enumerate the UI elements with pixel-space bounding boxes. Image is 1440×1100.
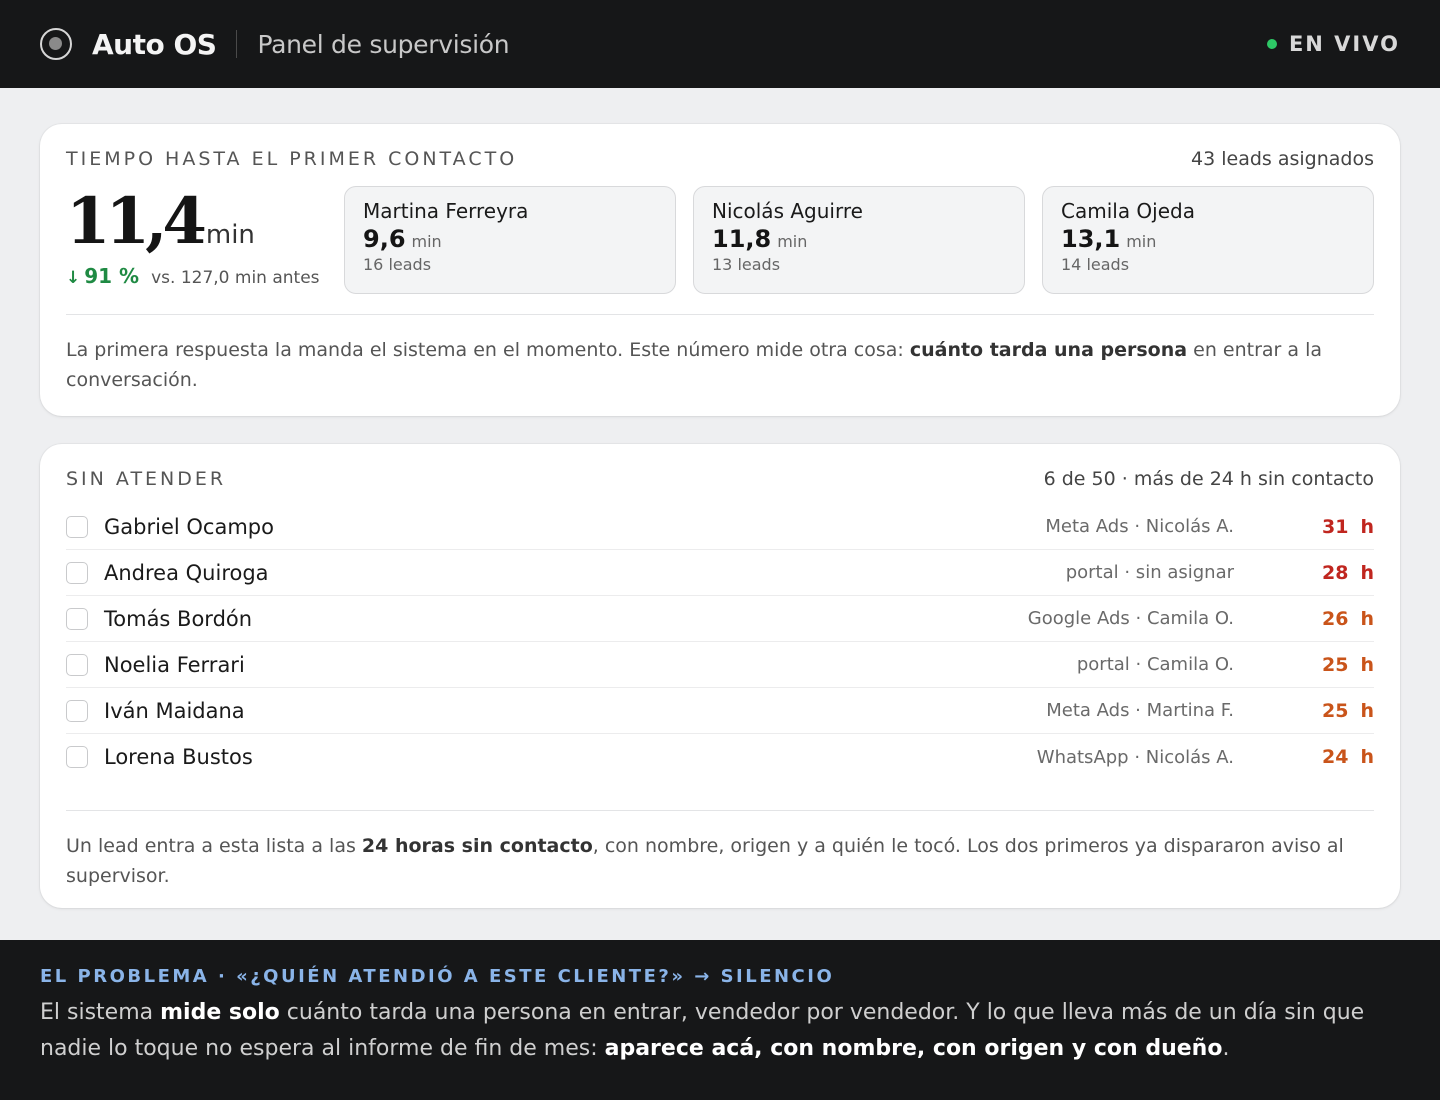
- seller-card-martina[interactable]: Martina Ferreyra 9,6 min 16 leads: [344, 186, 676, 294]
- arrow-down-icon: ↓: [66, 268, 81, 288]
- top-bar: Auto OS Panel de supervisión EN VIVO: [0, 0, 1440, 88]
- list-item[interactable]: Andrea Quiroga portal · sin asignar 28 h: [66, 550, 1374, 596]
- problem-text: El sistema mide solo cuánto tarda una pe…: [40, 995, 1400, 1067]
- lead-source-owner: portal · sin asignar: [1065, 562, 1234, 583]
- kpi-value: 11,4: [66, 184, 207, 259]
- lead-name: Gabriel Ocampo: [104, 514, 274, 539]
- hours-without-contact: 24 h: [1234, 746, 1374, 768]
- first-contact-note: La primera respuesta la manda el sistema…: [66, 315, 1374, 395]
- hours-value: 25: [1322, 699, 1349, 722]
- hours-unit: h: [1360, 699, 1374, 722]
- seller-time-unit: min: [1126, 232, 1157, 251]
- hours-unit: h: [1360, 746, 1374, 768]
- note-bold: cuánto tarda una persona: [909, 339, 1188, 361]
- problem-title: EL PROBLEMA · «¿QUIÉN ATENDIÓ A ESTE CLI…: [40, 966, 835, 987]
- overall-kpi: 11,4 min ↓ 91 % vs. 127,0 min antes: [66, 184, 344, 289]
- live-status: EN VIVO: [1266, 32, 1400, 56]
- seller-time-unit: min: [777, 232, 808, 251]
- unattended-list: Gabriel Ocampo Meta Ads · Nicolás A. 31 h…: [66, 504, 1374, 780]
- seller-leads: 14 leads: [1061, 255, 1130, 274]
- seller-time-unit: min: [411, 232, 442, 251]
- hours-without-contact: 26 h: [1234, 608, 1374, 630]
- list-item[interactable]: Tomás Bordón Google Ads · Camila O. 26 h: [66, 596, 1374, 642]
- delta-text: vs. 127,0 min antes: [151, 268, 320, 288]
- note-text: Un lead entra a esta lista a las: [66, 835, 362, 857]
- problem-text-part: El sistema: [40, 1000, 161, 1025]
- hours-unit: h: [1360, 515, 1374, 538]
- list-item[interactable]: Gabriel Ocampo Meta Ads · Nicolás A. 31 h: [66, 504, 1374, 550]
- lead-source-owner: portal · Camila O.: [1076, 654, 1234, 675]
- unattended-title: SIN ATENDER: [66, 468, 227, 490]
- hours-unit: h: [1360, 607, 1374, 630]
- hours-value: 26: [1322, 607, 1349, 630]
- hours-without-contact: 25 h: [1234, 654, 1374, 676]
- hours-unit: h: [1360, 561, 1374, 584]
- page-title: Panel de supervisión: [257, 29, 510, 59]
- seller-name: Martina Ferreyra: [363, 199, 529, 223]
- hours-without-contact: 25 h: [1234, 700, 1374, 722]
- row-checkbox[interactable]: [66, 561, 88, 584]
- lead-source-owner: WhatsApp · Nicolás A.: [1036, 746, 1234, 768]
- header-separator: [236, 30, 238, 58]
- logo-record-icon: [40, 28, 72, 60]
- assigned-leads-count: 43 leads asignados: [1191, 148, 1374, 170]
- row-checkbox[interactable]: [66, 746, 88, 768]
- problem-banner: EL PROBLEMA · «¿QUIÉN ATENDIÓ A ESTE CLI…: [0, 940, 1440, 1100]
- first-contact-card: TIEMPO HASTA EL PRIMER CONTACTO 43 leads…: [40, 124, 1400, 416]
- hours-value: 24: [1322, 746, 1349, 768]
- row-checkbox[interactable]: [66, 515, 88, 538]
- row-checkbox[interactable]: [66, 607, 88, 630]
- row-checkbox[interactable]: [66, 653, 88, 676]
- first-contact-header: TIEMPO HASTA EL PRIMER CONTACTO 43 leads…: [66, 124, 1374, 194]
- lead-name: Iván Maidana: [104, 698, 245, 723]
- delta-value: 91 %: [84, 264, 140, 288]
- hours-value: 31: [1322, 515, 1349, 538]
- first-contact-title: TIEMPO HASTA EL PRIMER CONTACTO: [66, 148, 518, 170]
- seller-leads: 16 leads: [363, 255, 432, 274]
- seller-name: Nicolás Aguirre: [712, 199, 863, 223]
- kpi-unit: min: [205, 220, 255, 250]
- lead-name: Andrea Quiroga: [104, 560, 269, 585]
- hours-value: 28: [1322, 561, 1349, 584]
- list-item[interactable]: Lorena Bustos WhatsApp · Nicolás A. 24 h: [66, 734, 1374, 780]
- lead-name: Lorena Bustos: [104, 745, 253, 769]
- seller-name: Camila Ojeda: [1061, 199, 1195, 223]
- hours-unit: h: [1360, 653, 1374, 676]
- unattended-note: Un lead entra a esta lista a las 24 hora…: [66, 811, 1374, 891]
- problem-text-bold: mide solo: [160, 1000, 280, 1025]
- problem-text-bold: aparece acá, con nombre, con origen y co…: [604, 1036, 1223, 1061]
- lead-source-owner: Meta Ads · Nicolás A.: [1045, 516, 1234, 537]
- kpi-row: 11,4 min ↓ 91 % vs. 127,0 min antes Mart…: [66, 186, 1374, 306]
- seller-card-nicolas[interactable]: Nicolás Aguirre 11,8 min 13 leads: [693, 186, 1025, 294]
- hours-value: 25: [1322, 653, 1349, 676]
- problem-text-part: .: [1222, 1036, 1230, 1061]
- unattended-count: 6 de 50 · más de 24 h sin contacto: [1043, 468, 1374, 490]
- seller-leads: 13 leads: [712, 255, 781, 274]
- seller-time: 11,8: [712, 225, 772, 253]
- lead-name: Noelia Ferrari: [104, 652, 245, 677]
- seller-card-camila[interactable]: Camila Ojeda 13,1 min 14 leads: [1042, 186, 1374, 294]
- hours-without-contact: 28 h: [1234, 562, 1374, 584]
- seller-time: 13,1: [1061, 225, 1121, 253]
- row-checkbox[interactable]: [66, 699, 88, 722]
- lead-name: Tomás Bordón: [104, 606, 253, 631]
- brand-name: Auto OS: [92, 27, 217, 61]
- list-item[interactable]: Noelia Ferrari portal · Camila O. 25 h: [66, 642, 1374, 688]
- unattended-card: SIN ATENDER 6 de 50 · más de 24 h sin co…: [40, 444, 1400, 908]
- seller-time: 9,6: [363, 225, 406, 253]
- list-item[interactable]: Iván Maidana Meta Ads · Martina F. 25 h: [66, 688, 1374, 734]
- seller-cards: Martina Ferreyra 9,6 min 16 leads Nicolá…: [344, 186, 1374, 294]
- live-status-label: EN VIVO: [1288, 32, 1400, 56]
- note-text: La primera respuesta la manda el sistema…: [66, 339, 910, 361]
- lead-source-owner: Google Ads · Camila O.: [1027, 608, 1234, 629]
- hours-without-contact: 31 h: [1234, 516, 1374, 538]
- lead-source-owner: Meta Ads · Martina F.: [1046, 700, 1234, 721]
- live-dot-icon: [1266, 39, 1277, 49]
- note-bold: 24 horas sin contacto: [361, 835, 593, 857]
- kpi-delta: ↓ 91 % vs. 127,0 min antes: [66, 264, 344, 288]
